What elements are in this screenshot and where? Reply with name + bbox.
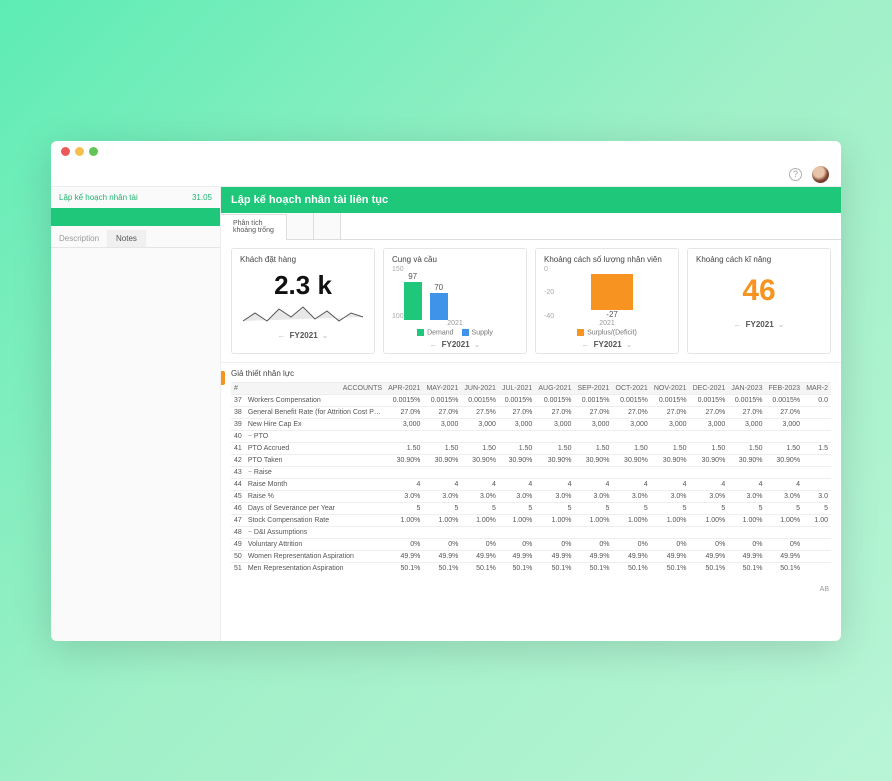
- headcount-gap-bar: -27: [554, 266, 670, 320]
- tab-blank-2[interactable]: [287, 213, 314, 239]
- card-headcount-gap-title: Khoảng cách số lượng nhân viên: [544, 255, 670, 264]
- fy-picker-sd[interactable]: ←FY2021⌄: [392, 340, 518, 349]
- grid-header[interactable]: NOV-2021: [651, 383, 690, 395]
- window-titlebar: [51, 141, 841, 163]
- table-row[interactable]: 46Days of Severance per Year555555555555: [231, 503, 831, 515]
- sidebar-tab-description[interactable]: Description: [51, 230, 108, 247]
- grid-header[interactable]: OCT-2021: [612, 383, 650, 395]
- assumptions-grid: #ACCOUNTSAPR-2021MAY-2021JUN-2021JUL-202…: [221, 382, 841, 584]
- table-row[interactable]: 39New Hire Cap Ex3,0003,0003,0003,0003,0…: [231, 419, 831, 431]
- section-title-assumptions: Giả thiết nhân lực: [221, 362, 841, 382]
- table-row[interactable]: 50Women Representation Aspiration49.9%49…: [231, 551, 831, 563]
- expand-icon[interactable]: −: [248, 529, 254, 536]
- collapse-handle-icon[interactable]: [221, 371, 225, 385]
- bar-demand: [404, 282, 422, 320]
- table-row[interactable]: 40−PTO: [231, 431, 831, 443]
- user-avatar[interactable]: [812, 166, 829, 183]
- window-max-dot[interactable]: [89, 147, 98, 156]
- table-row[interactable]: 51Men Representation Aspiration50.1%50.1…: [231, 563, 831, 575]
- fy-picker-skill[interactable]: ←FY2021⌄: [696, 320, 822, 329]
- grid-header[interactable]: JUL-2021: [499, 383, 535, 395]
- expand-icon[interactable]: −: [248, 469, 254, 476]
- help-icon[interactable]: ?: [789, 168, 802, 181]
- tab-blank-3[interactable]: [314, 213, 341, 239]
- workspace-body: Lập kế hoạch nhân tài 31.05 Description …: [51, 187, 841, 641]
- main-panel: Lập kế hoạch nhân tài liên tục Phân tích…: [221, 187, 841, 641]
- footnote: AB: [221, 584, 841, 601]
- table-row[interactable]: 41PTO Accrued1.501.501.501.501.501.501.5…: [231, 443, 831, 455]
- window-close-dot[interactable]: [61, 147, 70, 156]
- page-title: Lập kế hoạch nhân tài liên tục: [221, 187, 841, 213]
- window-min-dot[interactable]: [75, 147, 84, 156]
- grid-header[interactable]: MAY-2021: [423, 383, 461, 395]
- card-skill-gap: Khoảng cách kĩ năng 46 ←FY2021⌄: [687, 248, 831, 354]
- table-row[interactable]: 42PTO Taken30.90%30.90%30.90%30.90%30.90…: [231, 455, 831, 467]
- sidebar-title: Lập kế hoạch nhân tài: [59, 193, 138, 202]
- grid-header[interactable]: SEP-2021: [574, 383, 612, 395]
- grid-header[interactable]: AUG-2021: [535, 383, 574, 395]
- fy-picker-pipeline[interactable]: ←FY2021⌄: [240, 331, 366, 340]
- grid-header[interactable]: MAR-2: [803, 383, 831, 395]
- grid-table[interactable]: #ACCOUNTSAPR-2021MAY-2021JUN-2021JUL-202…: [231, 382, 831, 574]
- sidebar-active-indicator: [51, 208, 220, 226]
- period-label-gap: 2021: [544, 320, 670, 327]
- grid-header[interactable]: DEC-2021: [690, 383, 729, 395]
- card-skill-gap-title: Khoảng cách kĩ năng: [696, 255, 822, 264]
- table-row[interactable]: 45Raise %3.0%3.0%3.0%3.0%3.0%3.0%3.0%3.0…: [231, 491, 831, 503]
- grid-header[interactable]: FEB-2023: [765, 383, 803, 395]
- grid-header[interactable]: JUN-2021: [461, 383, 499, 395]
- sidebar-number: 31.05: [192, 193, 212, 202]
- legend-supply-demand: Demand Supply: [392, 329, 518, 336]
- card-supply-demand-title: Cung và cầu: [392, 255, 518, 264]
- sidebar-tabs: Description Notes: [51, 230, 220, 248]
- period-label: 2021: [392, 320, 518, 327]
- table-row[interactable]: 44Raise Month44444444444: [231, 479, 831, 491]
- page-tabs: Phân tích khoảng trống: [221, 213, 841, 240]
- card-pipeline-value: 2.3 k: [240, 266, 366, 303]
- bar-deficit: [591, 274, 633, 310]
- grid-header[interactable]: APR-2021: [385, 383, 423, 395]
- table-row[interactable]: 37Workers Compensation0.0015%0.0015%0.00…: [231, 395, 831, 407]
- supply-demand-bars: 97 70: [404, 266, 448, 320]
- sidebar-tab-notes[interactable]: Notes: [108, 230, 146, 247]
- fy-picker-gap[interactable]: ←FY2021⌄: [544, 340, 670, 349]
- card-pipeline-title: Khách đặt hàng: [240, 255, 366, 264]
- card-supply-demand: Cung và cầu 150 100 97 70 2021 Demand: [383, 248, 527, 354]
- grid-header[interactable]: JAN-2023: [728, 383, 765, 395]
- bar-supply: [430, 293, 448, 320]
- table-row[interactable]: 43−Raise: [231, 467, 831, 479]
- table-row[interactable]: 49Voluntary Attrition0%0%0%0%0%0%0%0%0%0…: [231, 539, 831, 551]
- grid-header[interactable]: ACCOUNTS: [245, 383, 385, 395]
- table-row[interactable]: 38General Benefit Rate (for Attrition Co…: [231, 407, 831, 419]
- table-row[interactable]: 47Stock Compensation Rate1.00%1.00%1.00%…: [231, 515, 831, 527]
- card-pipeline: Khách đặt hàng 2.3 k ←FY2021⌄: [231, 248, 375, 354]
- kpi-cards-row: Khách đặt hàng 2.3 k ←FY2021⌄ Cung và cầ…: [221, 240, 841, 362]
- grid-header[interactable]: #: [231, 383, 245, 395]
- tab-gap-analysis[interactable]: Phân tích khoảng trống: [221, 214, 287, 240]
- expand-icon[interactable]: −: [248, 433, 254, 440]
- axis-labels: 150 100: [392, 266, 404, 320]
- app-window: ? Lập kế hoạch nhân tài 31.05 Descriptio…: [51, 141, 841, 641]
- table-row[interactable]: 48−D&I Assumptions: [231, 527, 831, 539]
- card-skill-gap-value: 46: [696, 266, 822, 316]
- axis-labels-gap: 0 -20 -40: [544, 266, 554, 320]
- sidebar: Lập kế hoạch nhân tài 31.05 Description …: [51, 187, 221, 641]
- sidebar-heading-row[interactable]: Lập kế hoạch nhân tài 31.05: [51, 187, 220, 208]
- card-headcount-gap: Khoảng cách số lượng nhân viên 0 -20 -40…: [535, 248, 679, 354]
- sparkline-icon: [240, 303, 366, 327]
- topbar: ?: [51, 163, 841, 187]
- legend-headcount-gap: Surplus/(Deficit): [544, 329, 670, 336]
